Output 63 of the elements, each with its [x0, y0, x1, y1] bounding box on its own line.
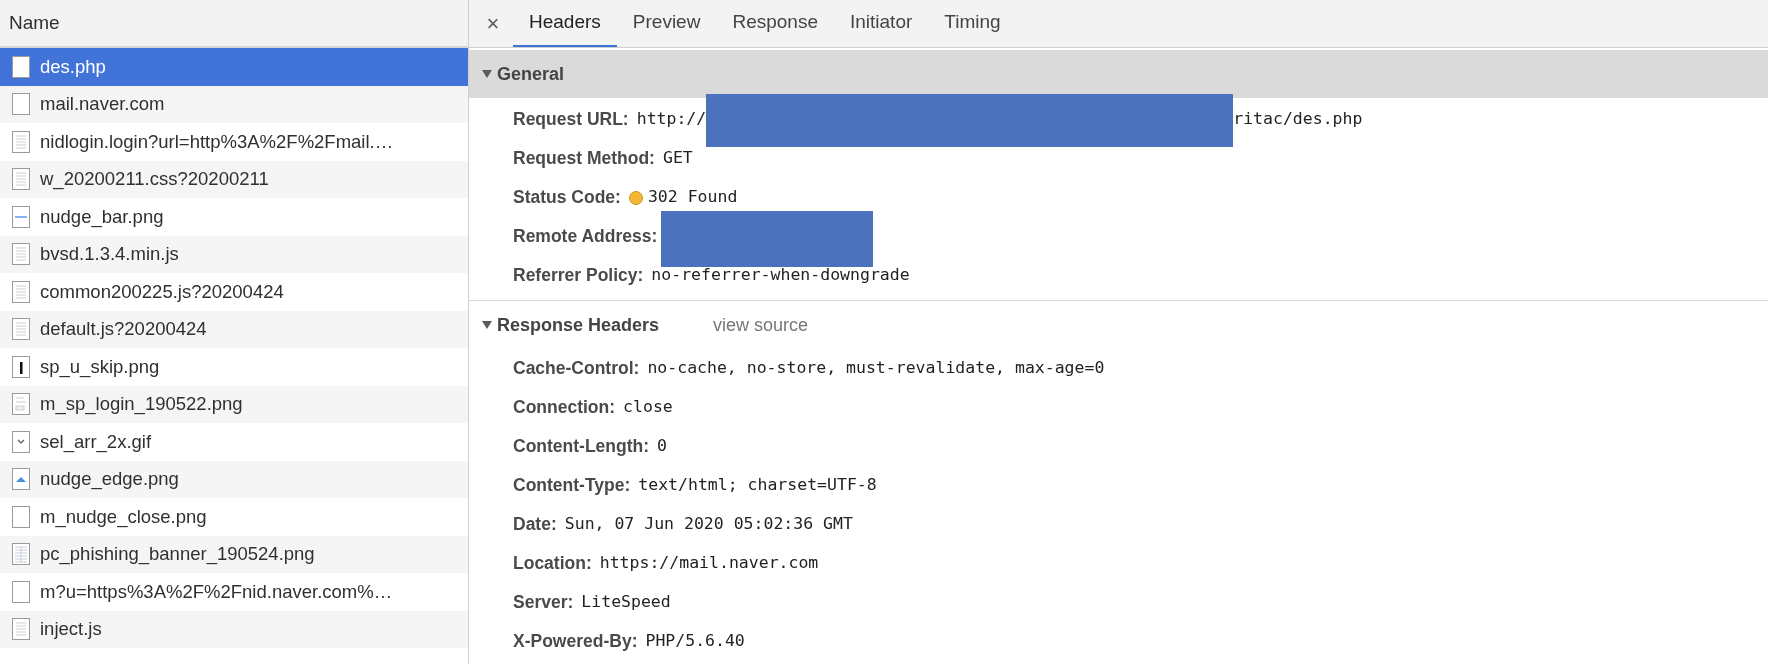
header-value: LiteSpeed [581, 591, 671, 614]
request-row[interactable]: m_sp_login_190522.png [0, 385, 468, 423]
header-value: no-referrer-when-downgrade [651, 264, 910, 287]
file-icon [12, 280, 30, 303]
header-name: Content-Type: [513, 474, 631, 498]
request-row[interactable]: nudge_edge.png [0, 460, 468, 498]
header-value: 302 Found [647, 186, 738, 209]
header-name: Status Code: [513, 186, 621, 210]
header-value: 0 [657, 435, 667, 458]
header-name: Remote Address: [513, 225, 658, 249]
file-icon [12, 505, 30, 528]
header-name: Server: [513, 591, 574, 615]
file-icon [12, 93, 30, 116]
header-name: Date: [513, 513, 557, 537]
header-name: X-Powered-By: [513, 630, 638, 654]
header-value: text/html; charset=UTF-8 [638, 474, 877, 497]
header-value: PHP/5.6.40 [645, 630, 745, 653]
header-value: GET [662, 147, 693, 170]
header-name: Referrer Policy: [513, 264, 644, 288]
header-value: Sun, 07 Jun 2020 05:02:36 GMT [564, 513, 853, 536]
tab[interactable]: Headers [513, 0, 617, 47]
file-icon [12, 468, 30, 491]
header-name: Content-Length: [513, 435, 650, 459]
collapse-triangle-icon[interactable] [481, 69, 493, 79]
file-icon [12, 618, 30, 641]
file-icon [12, 543, 30, 566]
collapse-triangle-icon[interactable] [481, 320, 493, 330]
file-icon [12, 430, 30, 453]
file-icon [12, 393, 30, 416]
header-name: Location: [513, 552, 592, 576]
header-value: no-cache, no-store, must-revalidate, max-age=0 [647, 357, 1105, 380]
request-row[interactable]: mail.naver.com [0, 85, 468, 123]
header-value: ritac/des.php [1233, 108, 1363, 131]
file-icon [12, 318, 30, 341]
close-button[interactable]: × [473, 0, 513, 47]
column-header[interactable]: Name [0, 0, 468, 48]
request-row[interactable]: bvsd.1.3.4.min.js [0, 235, 468, 273]
view-source-link[interactable]: view source [713, 311, 809, 339]
tab[interactable]: Preview [616, 0, 717, 47]
file-icon [12, 580, 30, 603]
header-name: Connection: [513, 396, 616, 420]
file-icon [12, 243, 30, 266]
header-value: close [623, 396, 673, 419]
request-row[interactable]: pc_phishing_banner_190524.png [0, 535, 468, 573]
file-icon [12, 168, 30, 191]
tab[interactable]: Timing [928, 0, 1017, 47]
header-value: https://mail.naver.com [599, 552, 819, 575]
header-value: http:// [636, 108, 707, 131]
header-name: Request Method: [513, 147, 655, 171]
request-row[interactable]: default.js?20200424 [0, 310, 468, 348]
file-icon [12, 55, 30, 78]
file-icon [12, 130, 30, 153]
file-icon [12, 205, 30, 228]
section-header[interactable]: General [469, 50, 1768, 98]
request-row[interactable]: inject.js [0, 610, 468, 648]
header-name: Request URL: [513, 108, 629, 132]
header-name: Cache-Control: [513, 357, 640, 381]
section-header[interactable]: Response Headers [481, 311, 713, 339]
request-row[interactable]: des.php [0, 48, 468, 86]
tab[interactable]: Response [716, 0, 834, 47]
request-row[interactable]: w_20200211.css?20200211 [0, 160, 468, 198]
file-icon [12, 355, 30, 378]
tab[interactable]: Initiator [833, 0, 929, 47]
